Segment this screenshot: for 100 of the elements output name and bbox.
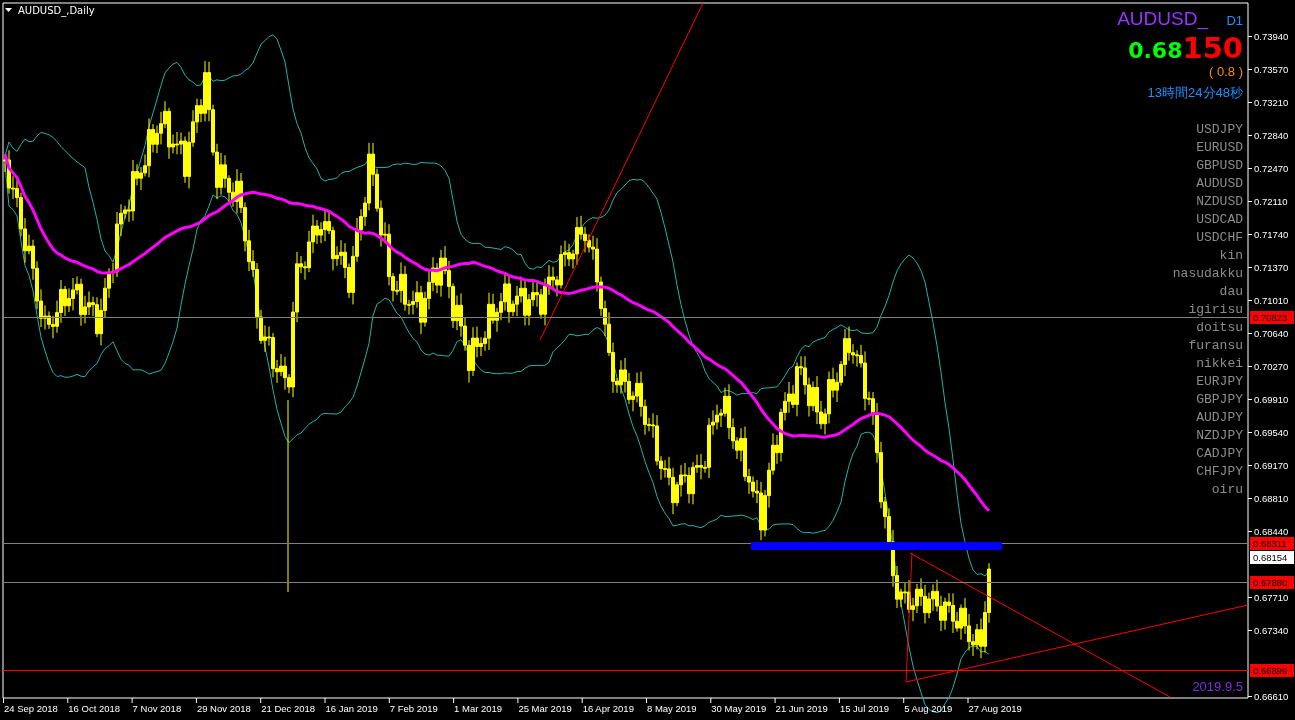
date-tick-label: 16 Jan 2019 (325, 703, 378, 714)
axis-tick (1247, 399, 1253, 400)
axis-tick (131, 697, 133, 704)
axis-tick (1247, 465, 1253, 466)
date-tick-label: 5 Aug 2019 (904, 703, 953, 714)
symbol-list-item[interactable]: oiru (1211, 482, 1243, 497)
date-tick-label: 24 Sep 2018 (4, 703, 58, 714)
date-tick-label: 7 Nov 2018 (132, 703, 182, 714)
price-tag-text: 0.67880 (1253, 577, 1288, 588)
price-readout: 0.68150 (1128, 31, 1243, 65)
date-tick-label: 1 Mar 2019 (454, 703, 503, 714)
axis-tick (453, 697, 455, 704)
axis-tick (195, 697, 197, 704)
date-tick-label: 21 Jun 2019 (775, 703, 828, 714)
axis-tick (1247, 630, 1253, 631)
axis-tick (838, 697, 840, 704)
symbol-list-item[interactable]: doitsu (1196, 320, 1243, 335)
date-tick-label: 21 Dec 2018 (261, 703, 316, 714)
symbol-list-item[interactable]: EURJPY (1196, 374, 1243, 389)
axis-tick (1247, 135, 1253, 136)
axis-tick (1247, 69, 1253, 70)
symbol-list-item[interactable]: furansu (1188, 338, 1243, 353)
axis-tick (710, 697, 712, 704)
axis-tick (1247, 300, 1253, 301)
axis-tick (646, 697, 647, 704)
symbol-list-item[interactable]: kin (1219, 248, 1243, 263)
axis-tick (1247, 333, 1253, 334)
axis-tick (324, 697, 326, 704)
axis-tick (1247, 696, 1253, 697)
axis-tick (3, 697, 4, 704)
symbol-list-item[interactable]: dau (1219, 284, 1243, 299)
axis-tick (67, 697, 69, 704)
symbol-list-item[interactable]: AUDJPY (1196, 410, 1243, 425)
axis-tick (1247, 498, 1253, 499)
price-tag-text: 0.70823 (1253, 312, 1288, 323)
timeframe-label: D1 (1226, 13, 1243, 28)
price-tick-label: 0.70640 (1254, 328, 1289, 339)
axis-tick (1247, 201, 1253, 202)
axis-tick (581, 697, 583, 704)
price-tick-label: 0.69170 (1254, 460, 1289, 471)
axis-tick (1247, 432, 1253, 433)
axis-tick (260, 697, 262, 704)
price-tick-label: 0.66610 (1254, 691, 1289, 702)
date-tick-label: 25 Mar 2019 (518, 703, 572, 714)
date-tick-label: 27 Aug 2019 (968, 703, 1022, 714)
date-label: 2019.9.5 (1192, 679, 1243, 694)
symbol-list-item[interactable]: NZDUSD (1196, 194, 1243, 209)
price-tick-label: 0.72470 (1254, 163, 1289, 174)
price-tick-label: 0.67340 (1254, 625, 1289, 636)
date-tick-label: 30 May 2019 (711, 703, 767, 714)
axis-tick (1247, 168, 1253, 169)
axis-tick (1247, 267, 1253, 268)
date-tick-label: 8 May 2019 (647, 703, 697, 714)
price-tick-label: 0.73210 (1254, 97, 1289, 108)
price-tick-label: 0.68810 (1254, 493, 1289, 504)
axis-tick (967, 697, 969, 704)
price-tick-label: 0.73940 (1254, 31, 1289, 42)
price-tick-label: 0.69540 (1254, 427, 1289, 438)
symbol-list-item[interactable]: USDCAD (1196, 212, 1243, 227)
price-tick-label: 0.71740 (1254, 229, 1289, 240)
date-tick-label: 16 Oct 2018 (68, 703, 121, 714)
date-tick-label: 16 Apr 2019 (582, 703, 634, 714)
price-tick-label: 0.73570 (1254, 64, 1289, 75)
symbol-list-item[interactable]: igirisu (1188, 302, 1243, 317)
price-tick-label: 0.67710 (1254, 592, 1289, 603)
symbol-list-item[interactable]: USDJPY (1196, 122, 1243, 137)
axis-tick (774, 697, 776, 704)
axis-tick (388, 697, 390, 704)
price-tick-label: 0.70270 (1254, 361, 1289, 372)
price-tick-label: 0.68440 (1254, 526, 1289, 537)
symbol-list-item[interactable]: CHFJPY (1196, 464, 1243, 479)
axis-tick (517, 697, 519, 704)
dropdown-icon[interactable] (5, 8, 12, 12)
symbol-name: AUDUSD_ (1117, 8, 1208, 29)
symbol-list-item[interactable]: nasudakku (1172, 266, 1243, 281)
price-tag-text: 0.68311 (1253, 538, 1287, 549)
price-tick-label: 0.72110 (1254, 196, 1288, 207)
date-tick-label: 29 Nov 2018 (196, 703, 251, 714)
symbol-list-item[interactable]: CADJPY (1196, 446, 1243, 461)
change-value: ( 0.8 ) (1209, 64, 1243, 79)
price-tag-text: 0.66899 (1253, 665, 1288, 676)
chart-title: AUDUSD_,Daily (18, 5, 95, 16)
symbol-list-item[interactable]: nikkei (1196, 356, 1243, 371)
axis-tick (1247, 234, 1253, 235)
price-tag-text: 0.68154 (1253, 552, 1288, 563)
price-tick-label: 0.71370 (1254, 262, 1289, 273)
symbol-list-item[interactable]: NZDJPY (1196, 428, 1243, 443)
symbol-list-item[interactable]: USDCHF (1196, 230, 1243, 245)
countdown-timer: 13時間24分48秒 (1147, 85, 1243, 100)
symbol-list-item[interactable]: AUDUSD (1196, 176, 1243, 191)
symbol-list-item[interactable]: GBPJPY (1196, 392, 1243, 407)
price-tick-label: 0.71010 (1254, 295, 1289, 306)
date-tick-label: 7 Feb 2019 (389, 703, 438, 714)
price-tick-label: 0.69910 (1254, 394, 1289, 405)
axis-tick (1247, 36, 1253, 37)
axis-tick (1247, 102, 1253, 103)
axis-tick (903, 697, 905, 704)
symbol-list-item[interactable]: EURUSD (1196, 140, 1243, 155)
axis-tick (1247, 597, 1253, 598)
symbol-list-item[interactable]: GBPUSD (1196, 158, 1243, 173)
